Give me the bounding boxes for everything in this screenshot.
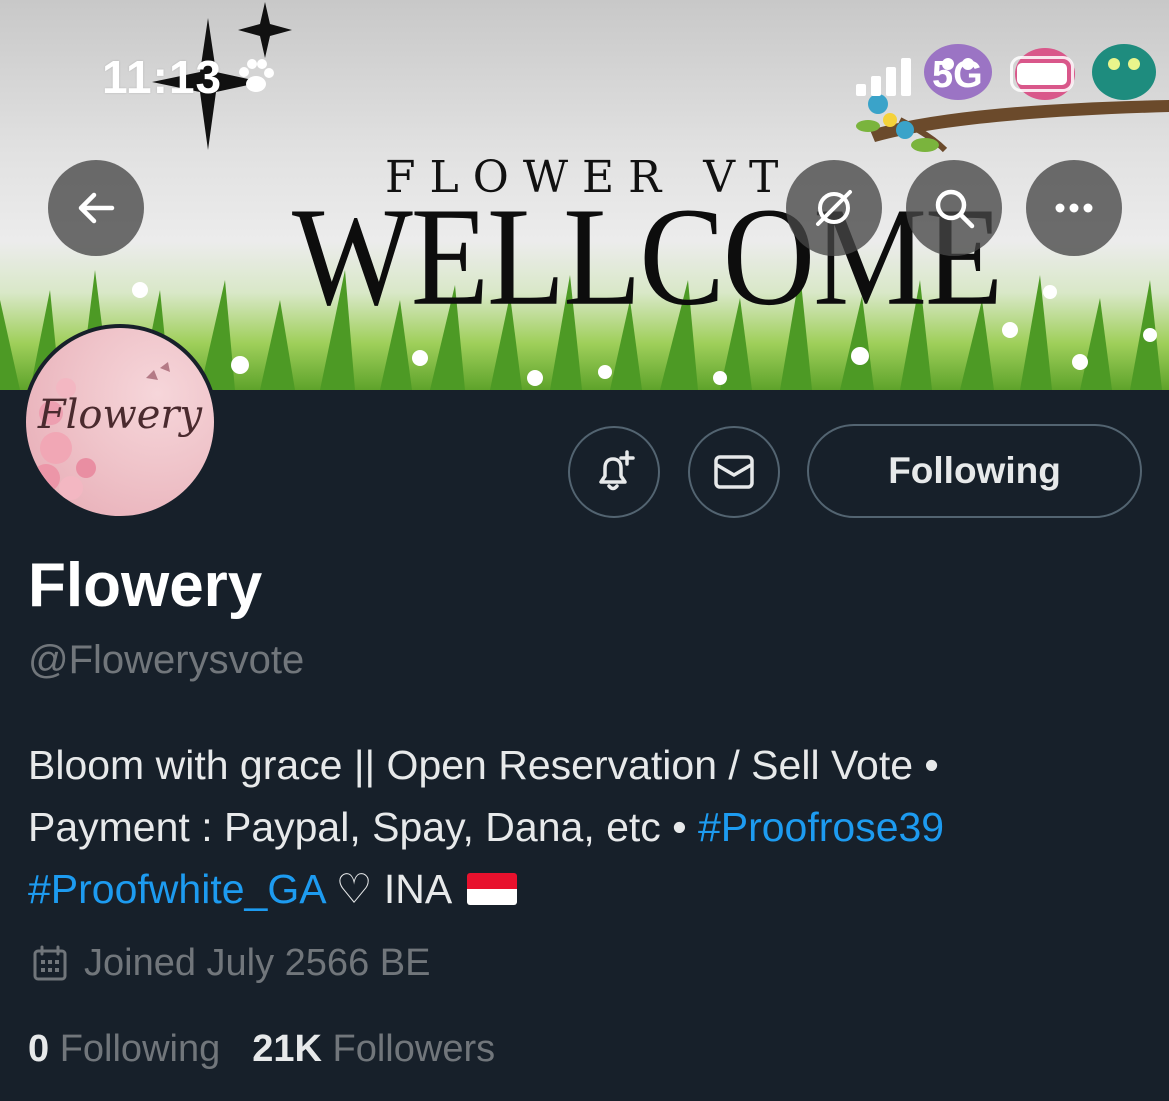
message-button[interactable] — [688, 426, 780, 518]
network-type: 5G — [932, 54, 983, 96]
profile-screen: FLOWER VT WELLCOME 11:13 5G Flowery Foll… — [0, 0, 1169, 1101]
more-button[interactable] — [1026, 160, 1122, 256]
more-icon — [1055, 203, 1093, 213]
signal-icon — [856, 58, 911, 96]
no-translate-icon — [816, 190, 852, 226]
hashtag-proofrose39[interactable]: #Proofrose39 — [698, 804, 944, 850]
status-time: 11:13 — [102, 51, 223, 103]
bio-line-2: Payment : Paypal, Spay, Dana, etc • — [28, 804, 698, 850]
translate-button[interactable] — [786, 160, 882, 256]
joined-text: Joined July 2566 BE — [84, 942, 431, 984]
profile-bio: Bloom with grace || Open Reservation / S… — [28, 734, 1138, 920]
back-arrow-icon — [78, 192, 115, 224]
profile-avatar[interactable]: Flowery — [22, 324, 218, 520]
hashtag-proofwhite-ga[interactable]: #Proofwhite_GA — [28, 866, 324, 912]
back-button[interactable] — [48, 160, 144, 256]
mail-icon — [714, 455, 754, 489]
bio-line-1: Bloom with grace || Open Reservation / S… — [28, 742, 939, 788]
search-button[interactable] — [906, 160, 1002, 256]
following-count: 0 — [28, 1028, 50, 1070]
banner-title: WELLCOME — [292, 178, 1003, 335]
bell-plus-icon — [599, 450, 635, 491]
battery-icon — [1010, 56, 1074, 92]
followers-stat[interactable]: 21K Followers — [252, 1028, 495, 1070]
following-button[interactable]: Following — [807, 424, 1142, 518]
search-icon — [935, 189, 975, 229]
profile-handle: @Flowerysvote — [28, 638, 305, 682]
following-label: Following — [59, 1028, 221, 1070]
notifications-button[interactable] — [568, 426, 660, 518]
bio-line-3: ♡ INA — [324, 866, 462, 912]
joined-date: Joined July 2566 BE — [30, 942, 430, 985]
display-name: Flowery — [28, 551, 263, 620]
avatar-text: Flowery — [37, 392, 203, 438]
calendar-icon — [33, 945, 67, 980]
follow-stats: 0 Following 21K Followers — [28, 1028, 495, 1071]
followers-label: Followers — [332, 1028, 496, 1070]
paw-icon — [239, 59, 274, 92]
followers-count: 21K — [252, 1028, 322, 1070]
indonesia-flag-icon — [467, 873, 518, 905]
following-stat[interactable]: 0 Following — [28, 1028, 220, 1070]
avatar-image: Flowery — [26, 328, 214, 516]
